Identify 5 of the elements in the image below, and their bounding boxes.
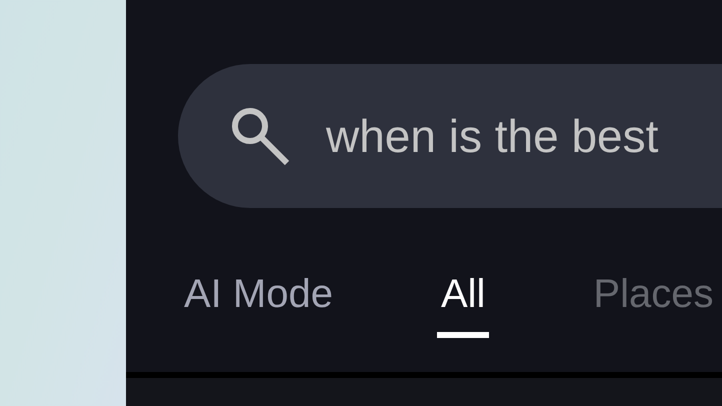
mode-tab[interactable]: AI Mode (180, 270, 337, 338)
search-field[interactable]: when is the best (178, 64, 722, 208)
tab[interactable]: All (436, 270, 490, 338)
search-query: when is the best (326, 108, 658, 164)
search-icon (230, 106, 290, 166)
